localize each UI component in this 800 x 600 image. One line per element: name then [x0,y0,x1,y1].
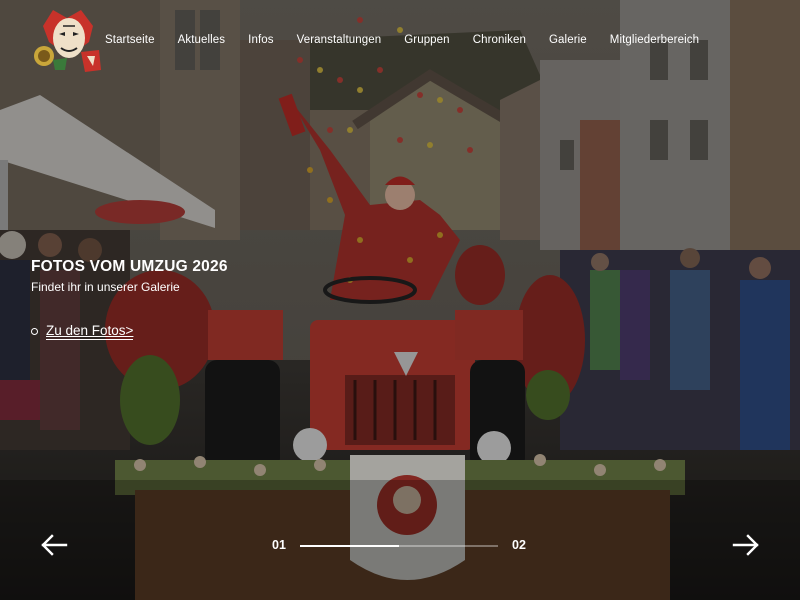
arrow-right-icon [732,534,759,556]
nav-item-aktuelles[interactable]: Aktuelles [178,34,226,46]
arrow-left-icon [41,534,68,556]
slide-subline: Findet ihr in unserer Galerie [31,280,180,294]
hero-slide [0,0,800,600]
site-logo[interactable] [33,8,105,74]
nav-item-infos[interactable]: Infos [248,34,273,46]
nav-item-startseite[interactable]: Startseite [105,34,155,46]
hero-overlay [0,0,800,600]
total-slide-number: 02 [512,538,526,552]
gallery-link-label: Zu den Fotos> [46,323,134,340]
nav-item-galerie[interactable]: Galerie [549,34,587,46]
slide-headline: FOTOS VOM UMZUG 2026 [31,258,228,275]
main-navigation: Startseite Aktuelles Infos Veranstaltung… [105,34,699,46]
slider-progress-fill [300,545,399,547]
nav-item-veranstaltungen[interactable]: Veranstaltungen [297,34,382,46]
jester-mask-logo-icon [34,10,101,72]
current-slide-number: 01 [272,538,286,552]
slider-next-button[interactable] [732,533,760,557]
nav-item-gruppen[interactable]: Gruppen [404,34,449,46]
slider-prev-button[interactable] [40,533,68,557]
slider-pagination: 01 02 [272,538,532,554]
slider-progress-track [300,545,498,547]
nav-item-chroniken[interactable]: Chroniken [473,34,526,46]
nav-item-mitgliederbereich[interactable]: Mitgliederbereich [610,34,699,46]
gallery-link[interactable]: Zu den Fotos> [31,323,134,340]
bullet-circle-icon [31,328,38,335]
